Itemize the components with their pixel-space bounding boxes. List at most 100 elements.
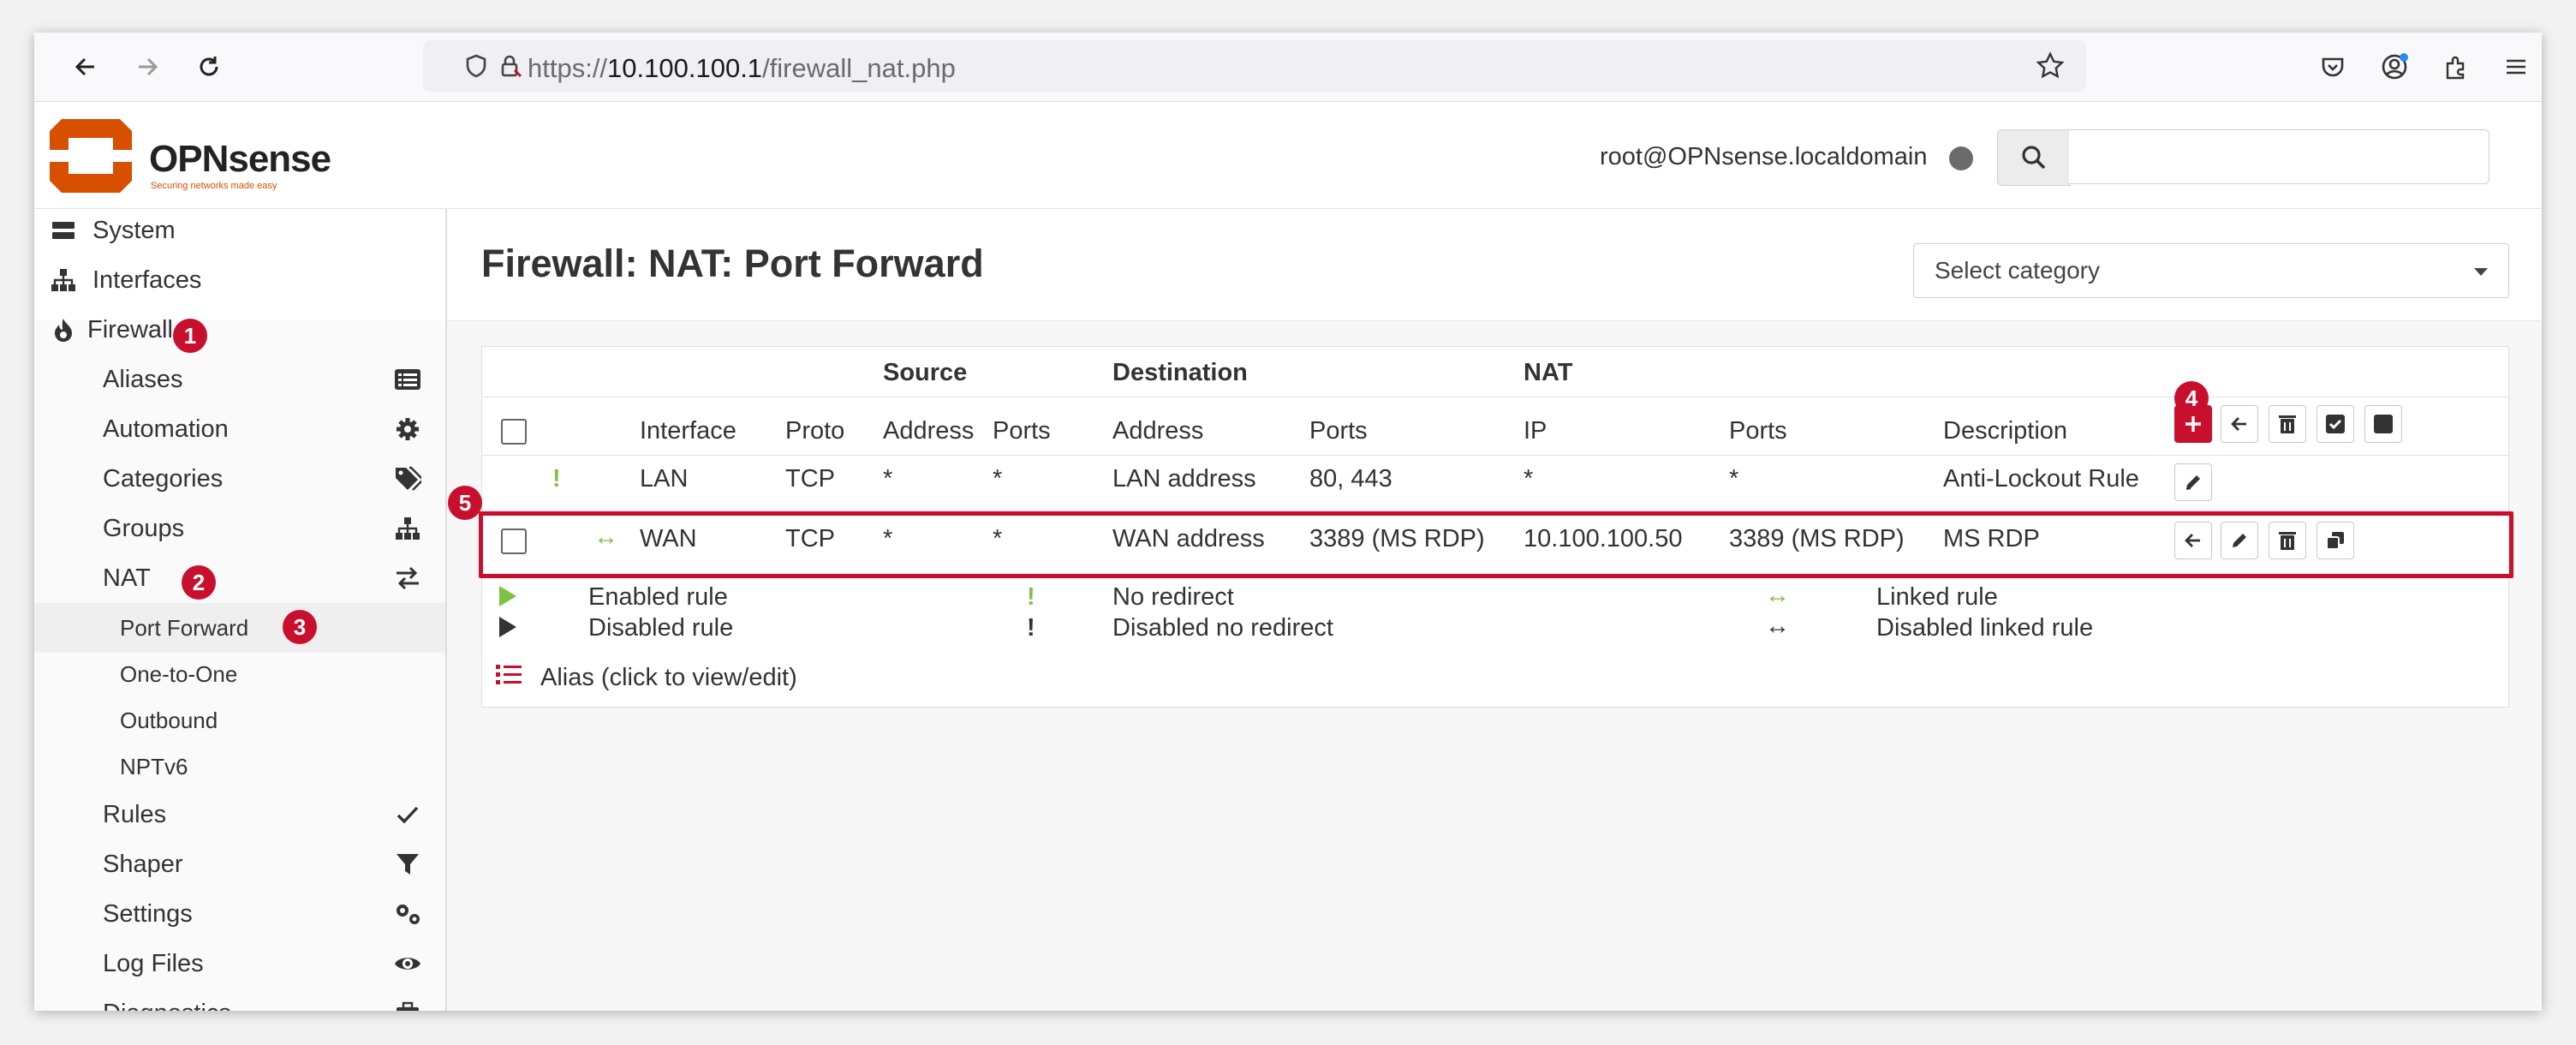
shield-icon[interactable]: [461, 51, 492, 81]
logo-tagline: Securing networks made easy: [151, 181, 277, 191]
sidebar-item-rules[interactable]: Rules: [34, 790, 445, 839]
enabled-rule-play-icon: [499, 586, 516, 606]
column-header-description[interactable]: Description: [1943, 417, 2067, 445]
legend-alias[interactable]: Alias (click to view/edit): [540, 664, 797, 692]
back-icon[interactable]: [67, 48, 104, 86]
sidebar-item-groups[interactable]: Groups: [34, 504, 445, 553]
sidebar-label: Settings: [103, 899, 193, 928]
legend-no-redirect: No redirect: [1112, 583, 1234, 611]
account-icon[interactable]: [2376, 48, 2413, 86]
column-header-source-address[interactable]: Address: [883, 417, 974, 445]
alias-list-icon: [496, 665, 522, 684]
select-all-checkbox[interactable]: [501, 419, 527, 445]
sidebar-label: Shaper: [103, 850, 183, 878]
extensions-icon[interactable]: [2437, 48, 2475, 86]
enable-selected-button[interactable]: [2317, 405, 2354, 443]
column-header-nat-ports[interactable]: Ports: [1729, 417, 1787, 445]
legend-disabled-linked-rule: Disabled linked rule: [1876, 614, 2094, 642]
fire-icon: [48, 314, 79, 345]
legend-enabled-rule: Enabled rule: [588, 583, 728, 611]
search-button[interactable]: [1997, 129, 2071, 186]
category-select[interactable]: Select category: [1913, 243, 2509, 298]
tags-icon: [392, 463, 423, 494]
url-text[interactable]: https://10.100.100.1/firewall_nat.php: [528, 53, 956, 84]
sidebar-label: Aliases: [103, 365, 183, 393]
sitemap-icon: [392, 513, 423, 544]
menu-icon[interactable]: [2497, 48, 2535, 86]
user-label[interactable]: root@OPNsense.localdomain: [1600, 143, 1927, 171]
cog-icon: [392, 414, 423, 445]
list-alt-icon: [392, 364, 423, 395]
sidebar-item-one-to-one[interactable]: One-to-One: [34, 649, 445, 699]
divider: [482, 455, 2508, 456]
sidebar-item-port-forward[interactable]: Port Forward: [34, 603, 445, 653]
sitemap-icon: [48, 265, 79, 296]
sidebar-item-system[interactable]: System: [34, 209, 445, 255]
sidebar-item-nat[interactable]: NAT: [34, 553, 445, 603]
sidebar-label: Categories: [103, 464, 224, 493]
check-icon: [392, 799, 423, 830]
sidebar-item-shaper[interactable]: Shaper: [34, 839, 445, 889]
sidebar-item-log-files[interactable]: Log Files: [34, 939, 445, 988]
url-bar[interactable]: https://10.100.100.1/firewall_nat.php: [423, 40, 2086, 92]
sidebar-label: System: [92, 216, 176, 244]
sidebar-item-automation[interactable]: Automation: [34, 404, 445, 454]
cogs-icon: [392, 899, 423, 929]
sidebar-item-diagnostics[interactable]: Diagnostics: [34, 988, 445, 1011]
disabled-no-redirect-icon: !: [1027, 614, 1035, 642]
sidebar-item-interfaces[interactable]: Interfaces: [34, 255, 445, 305]
cell-nat-ports: *: [1729, 465, 1739, 493]
column-header-nat-ip[interactable]: IP: [1524, 417, 1547, 445]
edit-rule-button[interactable]: [2174, 463, 2212, 501]
sidebar-item-aliases[interactable]: Aliases: [34, 355, 445, 404]
step-badge: 2: [182, 565, 216, 600]
reload-icon[interactable]: [190, 48, 228, 86]
sidebar-item-settings[interactable]: Settings: [34, 889, 445, 939]
sidebar: System Interfaces Firewall 1 Aliases Aut…: [34, 209, 447, 1011]
sidebar-label: Log Files: [103, 949, 204, 977]
url-scheme: https://: [528, 53, 608, 83]
move-rules-button[interactable]: [2221, 405, 2258, 443]
sidebar-item-firewall[interactable]: Firewall: [34, 305, 445, 355]
sidebar-label: Interfaces: [92, 266, 202, 294]
legend-disabled-no-redirect: Disabled no redirect: [1112, 614, 1333, 642]
pocket-icon[interactable]: [2314, 48, 2352, 86]
forward-icon[interactable]: [128, 48, 166, 86]
pencil-icon: [2185, 475, 2200, 490]
server-icon: [48, 215, 79, 246]
sidebar-label: NAT: [103, 564, 151, 592]
medkit-icon: [392, 998, 423, 1011]
sidebar-item-categories[interactable]: Categories: [34, 454, 445, 504]
lock-icon[interactable]: [495, 51, 526, 81]
search-input[interactable]: [2069, 129, 2490, 184]
sidebar-label: Automation: [103, 415, 229, 443]
legend-disabled-rule: Disabled rule: [588, 614, 734, 642]
column-header-source-ports[interactable]: Ports: [993, 417, 1051, 445]
browser-toolbar: https://10.100.100.1/firewall_nat.php: [34, 33, 2542, 102]
legend-linked-rule: Linked rule: [1876, 583, 1998, 611]
disable-selected-button[interactable]: [2364, 405, 2402, 443]
sidebar-item-nptv6[interactable]: NPTv6: [34, 742, 445, 791]
status-indicator-icon[interactable]: [1949, 146, 1973, 170]
column-header-destination-ports[interactable]: Ports: [1309, 417, 1368, 445]
sidebar-label: NPTv6: [120, 753, 188, 779]
sidebar-label: Rules: [103, 800, 167, 828]
sidebar-item-outbound[interactable]: Outbound: [34, 696, 445, 745]
disabled-linked-rule-icon: ↔: [1765, 612, 1790, 640]
sidebar-label: Firewall: [87, 315, 173, 343]
group-header-nat: NAT: [1524, 359, 1573, 386]
column-header-proto[interactable]: Proto: [785, 417, 844, 445]
step-badge: 4: [2174, 381, 2209, 415]
url-host: 10.100.100.1: [607, 53, 763, 83]
column-header-destination-address[interactable]: Address: [1112, 417, 1203, 445]
step-badge: 1: [173, 319, 207, 353]
cell-interface: LAN: [640, 465, 689, 493]
plus-icon: [2185, 416, 2201, 432]
group-header-source: Source: [883, 359, 968, 386]
column-header-interface[interactable]: Interface: [640, 417, 736, 445]
delete-selected-button[interactable]: [2269, 405, 2306, 443]
browser-window: https://10.100.100.1/firewall_nat.php OP…: [34, 33, 2542, 1011]
opnsense-logo[interactable]: OPNsense Securing networks made easy: [46, 114, 355, 198]
trash-icon: [2279, 415, 2296, 433]
bookmark-star-icon[interactable]: [2035, 51, 2066, 81]
